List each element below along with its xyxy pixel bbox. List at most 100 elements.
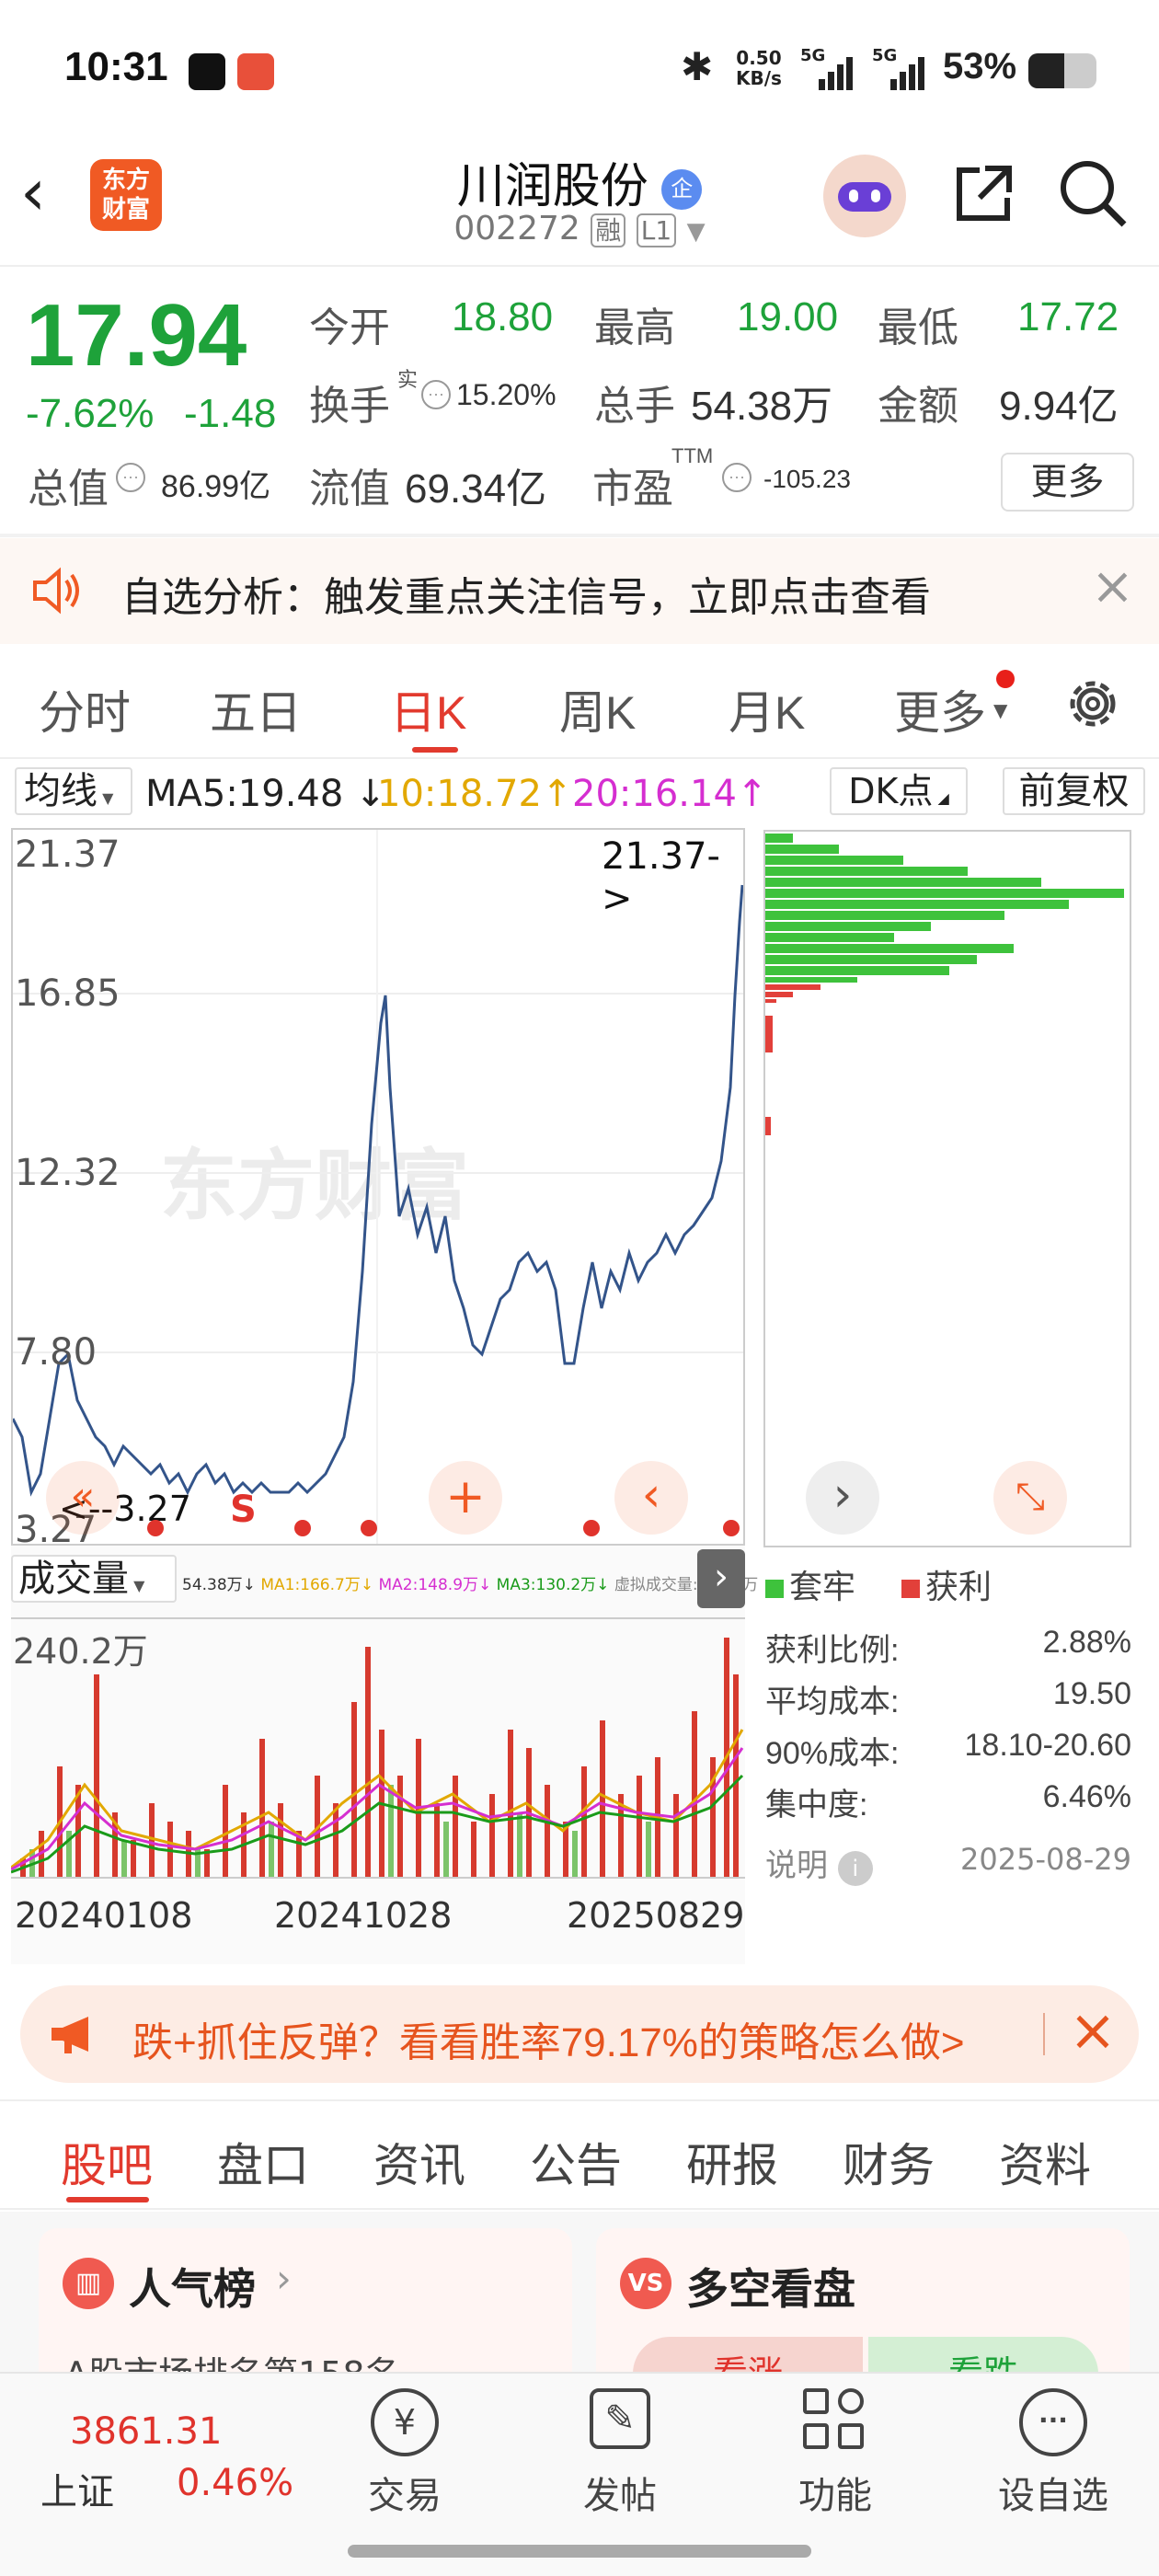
- pe-sup: TTM: [671, 444, 714, 467]
- tab-monthly-k[interactable]: 月K: [729, 676, 805, 742]
- cards-area: ▥ 人气榜 › A股市场排名第158名 VS 多空看盘 看涨 看跌: [0, 2212, 1159, 2374]
- robot-assistant-icon[interactable]: [823, 155, 906, 237]
- search-icon[interactable]: [1058, 158, 1128, 228]
- tab-weekly-k[interactable]: 周K: [559, 676, 636, 742]
- adjust-selector[interactable]: 前复权: [1003, 767, 1145, 815]
- share-icon[interactable]: [952, 161, 1016, 225]
- tab-five-day[interactable]: 五日: [210, 676, 302, 742]
- tab-profile[interactable]: 资料: [999, 2129, 1091, 2195]
- signal-icon: 5G: [800, 46, 859, 90]
- status-bar: 10:31 ✱ 0.50 KB/s 5G 5G 53%: [0, 0, 1159, 138]
- tab-finance[interactable]: 财务: [843, 2129, 935, 2195]
- chip-note[interactable]: 说明 i: [765, 1840, 873, 1886]
- scroll-left-icon[interactable]: ‹: [614, 1461, 688, 1535]
- strategy-promo-banner[interactable]: 跌+抓住反弹？看看胜率79.17%的策略怎么做> ×: [20, 1985, 1139, 2083]
- speaker-icon: [29, 566, 85, 615]
- enterprise-badge: 企: [661, 169, 703, 211]
- tab-more[interactable]: 更多: [894, 676, 986, 742]
- nav-trade[interactable]: ¥ 交易: [350, 2388, 460, 2545]
- info-icon[interactable]: ···: [722, 463, 752, 492]
- info-tabs: 股吧 盘口 资讯 公告 研报 财务 资料: [0, 2099, 1159, 2210]
- popularity-title: 人气榜: [129, 2264, 256, 2314]
- home-indicator[interactable]: [348, 2545, 811, 2558]
- y-label: 12.32: [15, 1152, 120, 1194]
- high-value: 19.00: [737, 294, 839, 339]
- chip-bars: [765, 834, 1124, 1135]
- volume-legend: 54.38万↓ MA1:166.7万↓ MA2:148.9万↓ MA3:130.…: [182, 1576, 759, 1594]
- expand-icon[interactable]: ⤡: [993, 1461, 1067, 1535]
- bullish-button[interactable]: 看涨: [633, 2337, 863, 2374]
- turnover-sup: 实: [397, 368, 419, 391]
- stat-value: 18.10-20.60: [964, 1728, 1132, 1763]
- index-ticker[interactable]: 3861.31 上证 0.46%: [0, 2374, 313, 2548]
- scroll-left-fast-icon[interactable]: «: [46, 1461, 120, 1535]
- info-icon: i: [837, 1851, 873, 1886]
- popularity-card[interactable]: ▥ 人气榜 › A股市场排名第158名: [39, 2228, 572, 2374]
- y-label: 16.85: [15, 972, 120, 1015]
- close-icon[interactable]: ×: [1091, 557, 1134, 616]
- period-tabs: 分时 五日 日K 周K 月K 更多 ▼: [0, 644, 1159, 759]
- turnover-label: 换手: [309, 384, 390, 429]
- stock-header: ‹ 东方 财富 川润股份 企 002272 融 L1 ▼: [0, 138, 1159, 267]
- tab-daily-k[interactable]: 日K: [390, 676, 466, 742]
- open-value: 18.80: [452, 294, 554, 339]
- more-button[interactable]: 更多: [1001, 453, 1134, 512]
- index-value: 3861.31: [70, 2410, 223, 2453]
- zoom-in-icon[interactable]: +: [429, 1461, 502, 1535]
- margin-tag: 融: [591, 213, 626, 247]
- volume-expand-icon[interactable]: ›: [697, 1549, 745, 1608]
- nav-post[interactable]: ✎ 发帖: [565, 2388, 675, 2545]
- active-tab-indicator: [412, 747, 458, 753]
- float-label: 流值: [309, 466, 390, 512]
- tab-guba[interactable]: 股吧: [61, 2129, 153, 2195]
- promo-text: 跌+抓住反弹？看看胜率79.17%的策略怎么做>: [132, 2020, 965, 2065]
- signal-dot: [147, 1520, 164, 1536]
- open-label: 今开: [309, 305, 390, 351]
- volume-panel[interactable]: 成交量 ▼ 54.38万↓ MA1:166.7万↓ MA2:148.9万↓ MA…: [11, 1546, 758, 1964]
- scroll-right-icon[interactable]: ›: [806, 1461, 879, 1535]
- dk-point-selector[interactable]: DK点 ◢: [830, 767, 968, 815]
- signal-alert-banner[interactable]: 自选分析：触发重点关注信号，立即点击查看 ×: [0, 538, 1159, 644]
- tab-minute[interactable]: 分时: [39, 676, 131, 742]
- turnover-value: 15.20%: [456, 378, 557, 411]
- sell-signal: S: [230, 1489, 257, 1531]
- y-label: 7.80: [15, 1331, 98, 1374]
- quote-panel: 17.94 -7.62% -1.48 今开 18.80 最高 19.00 最低 …: [0, 267, 1159, 534]
- kline-chart[interactable]: 东方财富 21.37 16.85 12.32 7.80 3.27 21.37->…: [11, 828, 745, 1551]
- chevron-down-icon: ▼: [993, 699, 1008, 721]
- signal-dot: [294, 1520, 311, 1536]
- info-icon[interactable]: ···: [116, 463, 145, 492]
- chevron-down-icon[interactable]: ▼: [687, 218, 706, 246]
- more-dots-icon: ···: [1019, 2388, 1087, 2456]
- close-icon[interactable]: ×: [1069, 1996, 1117, 2064]
- tab-news[interactable]: 资讯: [373, 2129, 465, 2195]
- stat-value: 2.88%: [1042, 1625, 1131, 1660]
- info-icon[interactable]: ···: [421, 380, 451, 409]
- active-tab-indicator: [66, 2197, 149, 2202]
- nav-functions[interactable]: 功能: [780, 2388, 890, 2545]
- index-change: 0.46%: [177, 2462, 294, 2504]
- stat-value: 6.46%: [1042, 1779, 1131, 1814]
- tab-announcements[interactable]: 公告: [530, 2129, 622, 2195]
- bluetooth-icon: ✱: [681, 44, 714, 89]
- nav-add-watchlist[interactable]: ··· 设自选: [984, 2388, 1122, 2545]
- notification-dot: [996, 670, 1015, 688]
- bearish-button[interactable]: 看跌: [868, 2337, 1098, 2374]
- stat-label: 平均成本:: [765, 1685, 900, 1719]
- date-label: 20241028: [274, 1895, 453, 1936]
- tab-pankou[interactable]: 盘口: [217, 2129, 309, 2195]
- volume-selector[interactable]: 成交量 ▼: [11, 1555, 177, 1603]
- signal-icon: 5G: [872, 46, 931, 90]
- tab-research[interactable]: 研报: [686, 2129, 778, 2195]
- bull-bear-title: 多空看盘: [686, 2264, 855, 2314]
- change-percent: -7.62%: [26, 391, 155, 436]
- bull-bear-card[interactable]: VS 多空看盘 看涨 看跌: [596, 2228, 1130, 2374]
- stat-value: 19.50: [1052, 1676, 1131, 1711]
- ma-selector[interactable]: 均线 ▼: [15, 767, 132, 815]
- change-amount: -1.48: [184, 391, 277, 436]
- current-price: 17.94: [26, 286, 247, 385]
- settings-gear-icon[interactable]: [1062, 673, 1123, 734]
- chip-distribution[interactable]: › ⤡: [763, 830, 1131, 1547]
- amount-label: 金额: [878, 384, 958, 429]
- app-notification-icon: [189, 53, 225, 90]
